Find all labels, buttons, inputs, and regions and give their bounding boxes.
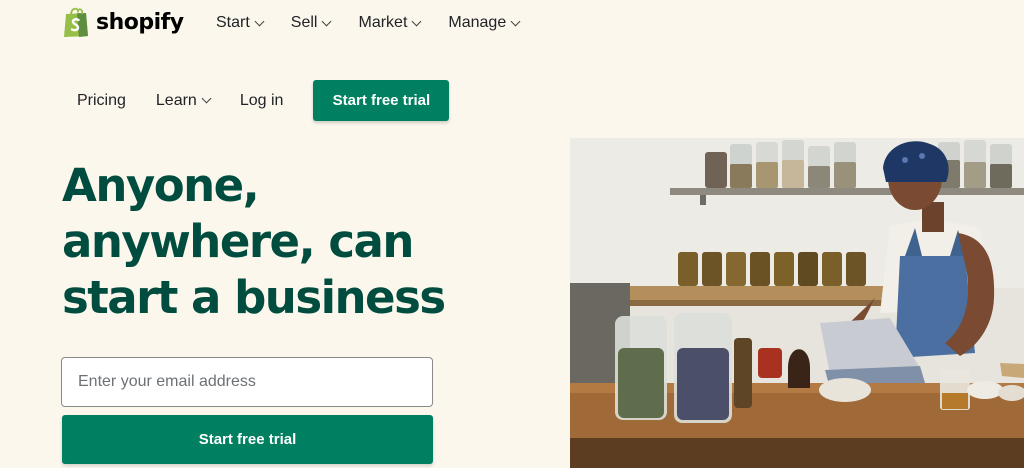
hero-image xyxy=(570,138,1024,468)
nav-start[interactable]: Start xyxy=(216,14,265,32)
login-link[interactable]: Log in xyxy=(240,92,284,110)
nav-learn[interactable]: Learn xyxy=(155,91,212,110)
secondary-nav: Pricing Learn Log in Start free trial xyxy=(77,80,450,121)
nav-market-label: Market xyxy=(358,14,408,31)
email-input[interactable] xyxy=(61,357,433,407)
hero-photo-illustration xyxy=(570,138,1024,468)
nav-market[interactable]: Market xyxy=(358,14,422,32)
headline-line-2: anywhere, can xyxy=(62,215,414,268)
chevron-down-icon xyxy=(411,16,422,26)
nav-pricing-link[interactable]: Pricing xyxy=(77,92,126,110)
nav-learn-label: Learn xyxy=(155,91,197,109)
chevron-down-icon xyxy=(201,93,212,104)
headline-line-3: start a business xyxy=(62,271,446,324)
nav-sell-label: Sell xyxy=(290,14,318,31)
brand-wordmark: shopify xyxy=(96,9,184,35)
login-label: Log in xyxy=(239,91,284,109)
nav-sell[interactable]: Sell xyxy=(290,14,332,32)
start-free-trial-button-nav[interactable]: Start free trial xyxy=(313,80,450,121)
nav-pricing-label: Pricing xyxy=(77,91,126,109)
chevron-down-icon xyxy=(510,16,521,26)
shopping-bag-icon xyxy=(64,7,88,37)
nav-start-label: Start xyxy=(216,14,250,31)
chevron-down-icon xyxy=(322,16,332,26)
primary-nav: Start Sell Market Manage xyxy=(216,14,521,32)
nav-manage-label: Manage xyxy=(448,14,507,31)
hero-headline: Anyone, anywhere, can start a business xyxy=(62,158,542,326)
nav-manage[interactable]: Manage xyxy=(448,14,521,32)
shopify-logo[interactable]: shopify xyxy=(62,6,184,38)
start-free-trial-button[interactable]: Start free trial xyxy=(62,415,433,464)
headline-line-1: Anyone, xyxy=(62,159,260,212)
chevron-down-icon xyxy=(254,16,265,26)
